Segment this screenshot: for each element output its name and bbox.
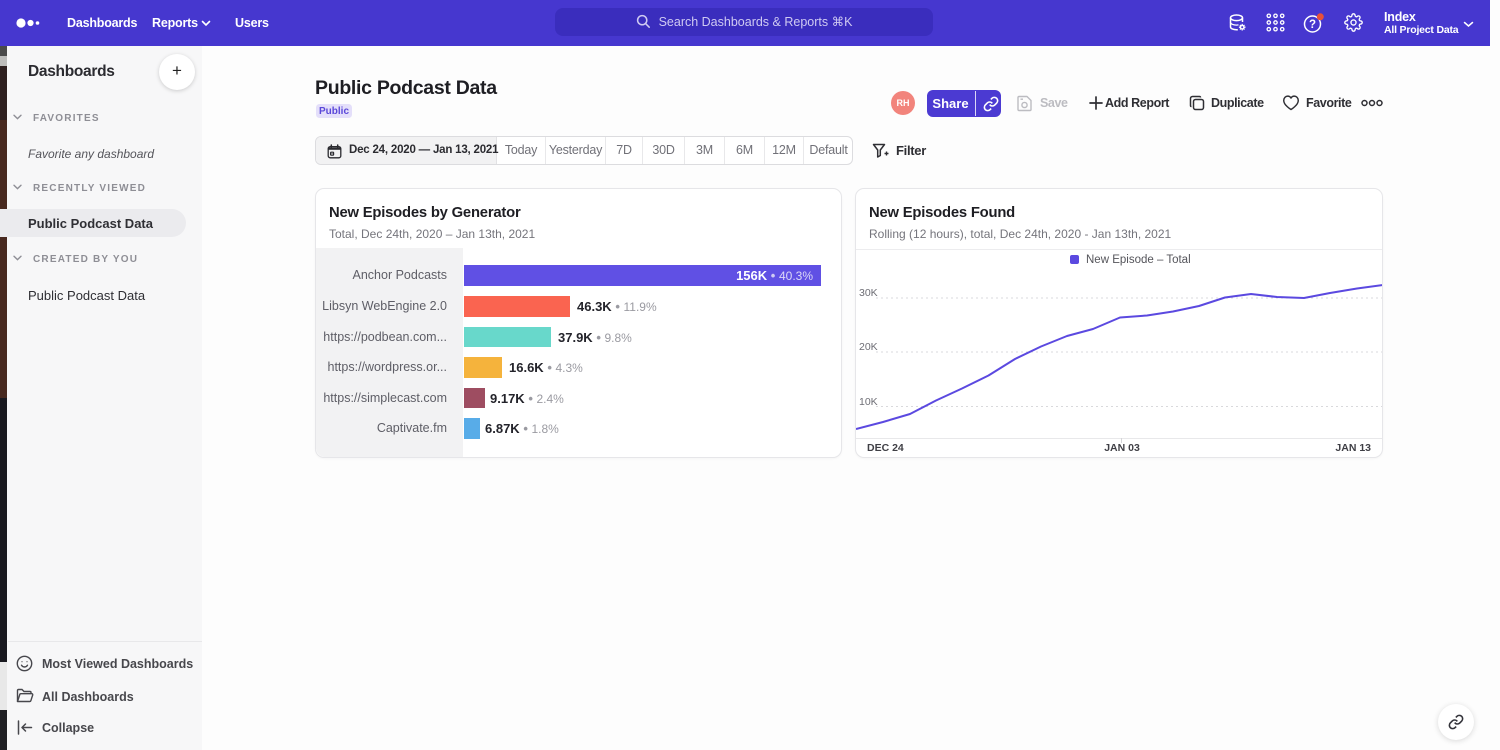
- svg-text:?: ?: [1309, 19, 1316, 31]
